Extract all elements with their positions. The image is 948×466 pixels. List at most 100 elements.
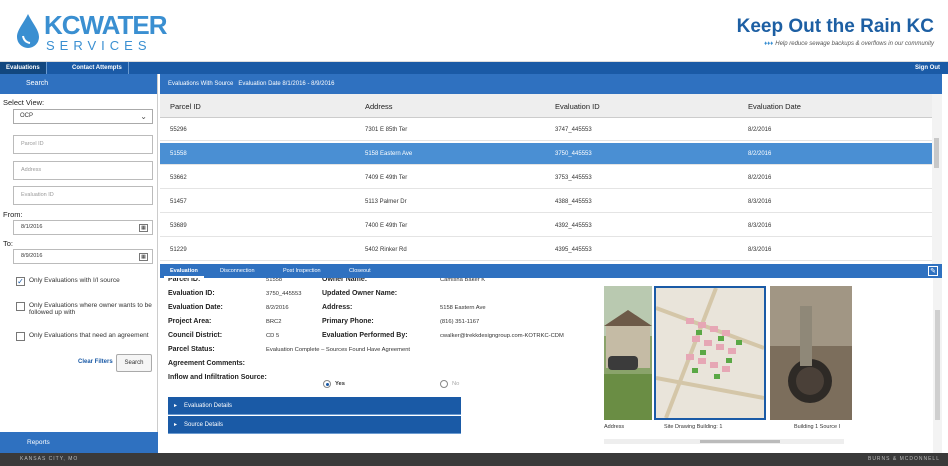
table-cell: 8/2/2016: [748, 127, 772, 133]
source-no-radio[interactable]: [440, 380, 448, 388]
reports-panel-header[interactable]: Reports: [0, 432, 158, 453]
table-row[interactable]: 51457 5113 Palmer Dr 4388_445553 8/3/2016: [160, 191, 932, 213]
field-value: 51558: [266, 278, 283, 283]
scroll-thumb[interactable]: [935, 310, 940, 420]
table-cell: 55296: [170, 127, 187, 133]
checkbox-unchecked[interactable]: [16, 302, 25, 311]
results-header: Evaluations With Source Evaluation Date …: [160, 74, 942, 94]
col-parcel-id[interactable]: Parcel ID: [170, 102, 201, 111]
detail-scrollbar[interactable]: [933, 278, 942, 453]
table-cell: 5158 Eastern Ave: [365, 151, 413, 157]
house-photo[interactable]: [604, 286, 652, 420]
table-cell: 7400 E 49th Ter: [365, 223, 408, 229]
accordion-source-details[interactable]: Source Details: [168, 416, 461, 434]
table-scrollbar[interactable]: [932, 94, 942, 264]
main-content: Evaluations With Source Evaluation Date …: [160, 74, 942, 453]
tab-disconnection[interactable]: Disconnection: [214, 264, 261, 278]
checkbox-unchecked[interactable]: [16, 332, 25, 341]
col-evaluation-id[interactable]: Evaluation ID: [555, 102, 600, 111]
nav-tab-contact-attempts[interactable]: Contact Attempts: [66, 62, 129, 74]
checkbox-checked[interactable]: ✓: [16, 277, 25, 286]
table-cell: 3750_445553: [555, 151, 592, 157]
campaign-subtitle: ♦♦♦ Help reduce sewage backups & overflow…: [764, 41, 934, 47]
to-date-value: 8/9/2016: [21, 253, 43, 259]
search-button[interactable]: Search: [116, 354, 152, 372]
search-panel-header[interactable]: Search: [0, 74, 157, 94]
table-cell: 4392_445553: [555, 223, 592, 229]
field-value: 5158 Eastern Ave: [440, 305, 486, 311]
source-yes-label: Yes: [335, 381, 345, 387]
table-cell: 7301 E 85th Ter: [365, 127, 408, 133]
results-date-range: Evaluation Date 8/1/2016 - 8/9/2016: [238, 81, 335, 87]
source-yes-radio[interactable]: [323, 380, 331, 388]
photo-caption: Building 1 Source I: [794, 424, 841, 430]
search-sidebar: Search Select View: OCP ⌄ Parcel ID Addr…: [0, 74, 158, 453]
select-view-dropdown[interactable]: OCP ⌄: [13, 109, 153, 124]
table-row[interactable]: 53662 7409 E 49th Ter 3753_445553 8/2/2016: [160, 167, 932, 189]
sign-out-link[interactable]: Sign Out: [915, 62, 940, 74]
from-date-input[interactable]: 8/1/2016 ▦: [13, 220, 153, 235]
field-value: Camisha Baker K: [440, 278, 486, 283]
table-cell: 3747_445553: [555, 127, 592, 133]
table-cell: 4388_445553: [555, 199, 592, 205]
filter-need-agreement[interactable]: Only Evaluations that need an agreement: [16, 332, 156, 341]
calendar-icon[interactable]: ▦: [139, 253, 148, 261]
tab-post-inspection[interactable]: Post Inspection: [277, 264, 327, 278]
photo-caption: Address: [604, 424, 625, 430]
source-photo[interactable]: [770, 286, 852, 420]
field-label: Council District:: [168, 332, 223, 339]
logo-subtext: SERVICES: [46, 38, 152, 53]
scroll-thumb[interactable]: [934, 138, 939, 168]
field-value: 3750_445553: [266, 291, 302, 297]
detail-tab-bar: Evaluation Disconnection Post Inspection…: [160, 264, 942, 278]
field-value: (816) 351-1167: [440, 319, 480, 325]
filter-ii-source[interactable]: ✓ Only Evaluations with I/I source: [16, 277, 156, 286]
clear-filters-link[interactable]: Clear Filters: [78, 359, 113, 365]
table-row[interactable]: 51229 5402 Rinker Rd 4395_445553 8/3/2016: [160, 239, 932, 261]
photo-strip: Address Site Drawing Building: 1 Buildin…: [604, 286, 852, 439]
field-value: CD 5: [266, 333, 280, 339]
partner-logo-text: BURNS & MCDONNELL: [867, 456, 940, 462]
evaluation-id-input[interactable]: Evaluation ID: [13, 186, 153, 205]
field-label: Inflow and Infiltration Source:: [168, 374, 267, 381]
app-footer: KANSAS CITY, MO BURNS & MCDONNELL: [0, 453, 948, 466]
table-cell: 8/2/2016: [748, 151, 772, 157]
table-row[interactable]: 53689 7400 E 49th Ter 4392_445553 8/3/2016: [160, 215, 932, 237]
table-row[interactable]: 55296 7301 E 85th Ter 3747_445553 8/2/2016: [160, 119, 932, 141]
parcel-id-input[interactable]: Parcel ID: [13, 135, 153, 154]
app-header: KCWATER SERVICES Keep Out the Rain KC ♦♦…: [0, 0, 948, 62]
chevron-down-icon: ⌄: [140, 112, 147, 121]
to-date-input[interactable]: 8/9/2016 ▦: [13, 249, 153, 264]
field-label: Evaluation Performed By:: [322, 332, 408, 339]
from-date-value: 8/1/2016: [21, 224, 43, 230]
tab-closeout[interactable]: Closeout: [343, 264, 377, 278]
nav-tab-evaluations[interactable]: Evaluations: [0, 62, 47, 74]
field-label: Updated Owner Name:: [322, 290, 398, 297]
edit-icon[interactable]: ✎: [928, 266, 938, 276]
checkbox-label: Only Evaluations where owner wants to be…: [29, 302, 152, 316]
filter-follow-up[interactable]: Only Evaluations where owner wants to be…: [16, 302, 156, 316]
campaign-title: Keep Out the Rain KC: [736, 16, 934, 37]
table-cell: 8/3/2016: [748, 223, 772, 229]
field-value: 8/2/2016: [266, 305, 289, 311]
site-drawing-photo[interactable]: [654, 286, 766, 420]
photo-scrollbar[interactable]: [604, 439, 844, 444]
table-cell: 8/3/2016: [748, 247, 772, 253]
from-label: From:: [3, 210, 23, 219]
table-row[interactable]: 51558 5158 Eastern Ave 3750_445553 8/2/2016: [160, 143, 932, 165]
field-label: Parcel Status:: [168, 346, 215, 353]
calendar-icon[interactable]: ▦: [139, 224, 148, 232]
accordion-evaluation-details[interactable]: Evaluation Details: [168, 397, 461, 415]
water-drop-icon: [17, 14, 39, 48]
to-label: To:: [3, 239, 14, 248]
scroll-thumb[interactable]: [700, 440, 780, 443]
col-address[interactable]: Address: [365, 102, 393, 111]
kc-water-logo: KCWATER SERVICES: [14, 10, 168, 54]
tab-evaluation[interactable]: Evaluation: [164, 264, 204, 278]
field-value: Evaluation Complete – Sources Found Have…: [266, 347, 411, 353]
address-input[interactable]: Address: [13, 161, 153, 180]
evaluation-detail-panel: Parcel ID: 51558 Evaluation ID: 3750_445553…: [160, 278, 942, 453]
col-evaluation-date[interactable]: Evaluation Date: [748, 102, 801, 111]
table-cell: 3753_445553: [555, 175, 592, 181]
photo-caption: Site Drawing Building: 1: [664, 424, 723, 430]
